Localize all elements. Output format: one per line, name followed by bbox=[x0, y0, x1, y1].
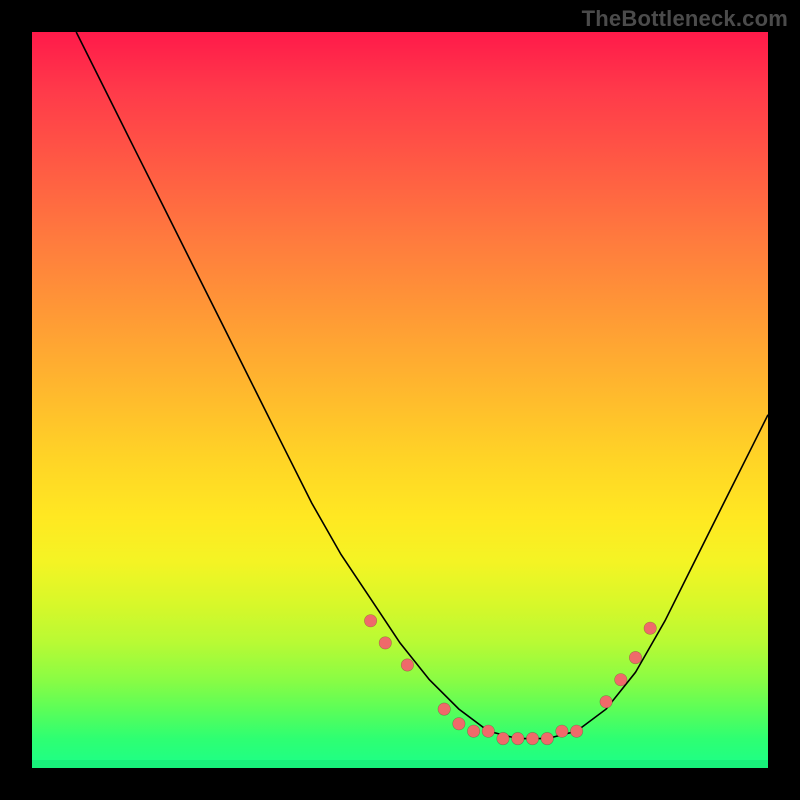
curve-dot bbox=[570, 725, 582, 737]
curve-dot bbox=[364, 615, 376, 627]
curve-dot bbox=[482, 725, 494, 737]
curve-svg bbox=[32, 32, 768, 768]
outer-frame: TheBottleneck.com bbox=[0, 0, 800, 800]
curve-dot bbox=[497, 732, 509, 744]
bottleneck-curve bbox=[76, 32, 768, 739]
curve-dot bbox=[512, 732, 524, 744]
watermark-text: TheBottleneck.com bbox=[582, 6, 788, 32]
curve-dot bbox=[600, 696, 612, 708]
curve-dot bbox=[401, 659, 413, 671]
curve-dot bbox=[379, 637, 391, 649]
curve-dot bbox=[526, 732, 538, 744]
curve-dot bbox=[438, 703, 450, 715]
curve-dot bbox=[629, 651, 641, 663]
dot-group bbox=[364, 615, 656, 745]
curve-dot bbox=[467, 725, 479, 737]
curve-dot bbox=[556, 725, 568, 737]
curve-dot bbox=[644, 622, 656, 634]
curve-dot bbox=[615, 674, 627, 686]
plot-area bbox=[32, 32, 768, 768]
curve-dot bbox=[453, 718, 465, 730]
curve-dot bbox=[541, 732, 553, 744]
